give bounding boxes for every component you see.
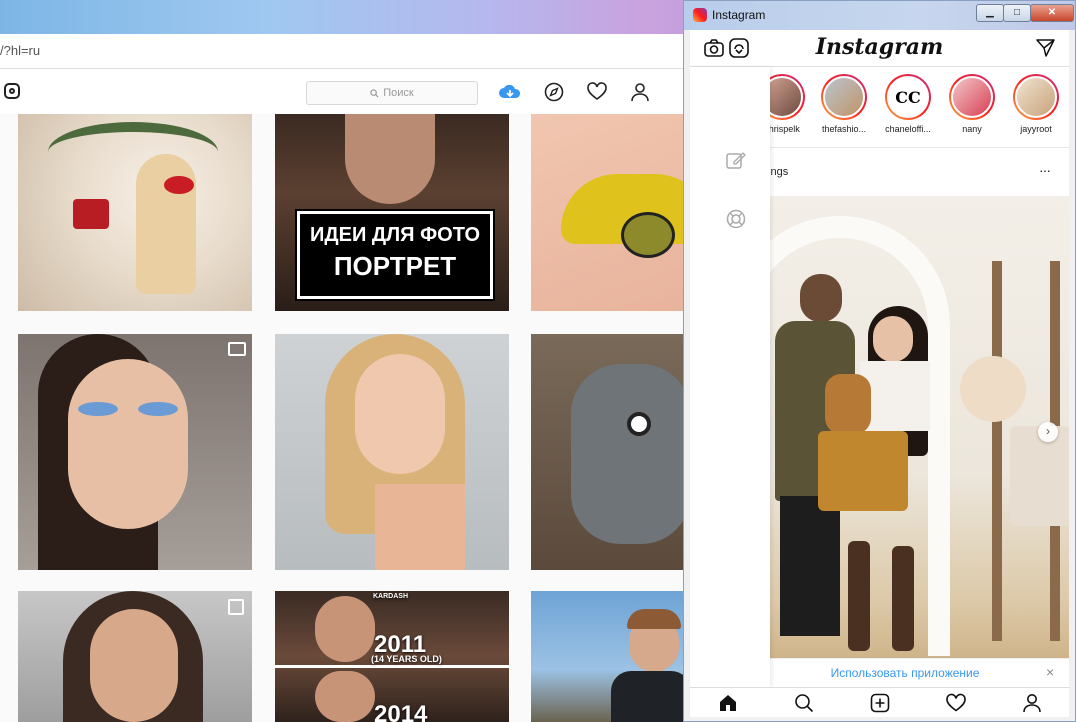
post-header: rlings ··· (762, 148, 1069, 196)
new-post-icon[interactable] (870, 693, 890, 713)
man-head (800, 274, 842, 322)
search-icon[interactable] (794, 693, 814, 713)
app-content: Instagram chrispelk thefashio... CC chan… (690, 30, 1069, 717)
profile-icon[interactable] (630, 82, 650, 102)
heart-icon[interactable] (946, 693, 966, 713)
heart-icon[interactable] (587, 82, 607, 102)
portrait-ideas-card: ИДЕИ ДЛЯ ФОТО ПОРТРЕТ (295, 209, 495, 301)
post-more-button[interactable]: ··· (1039, 162, 1051, 178)
story-ring (949, 74, 995, 120)
story-item[interactable]: thefashio... (814, 74, 874, 134)
card-line-2: ПОРТРЕТ (333, 251, 457, 281)
banner-close-button[interactable]: × (1046, 664, 1054, 680)
ladder-left (992, 261, 1002, 641)
instagram-logo-icon[interactable] (4, 83, 20, 99)
cloud-download-icon[interactable] (498, 82, 522, 102)
card-line-1: ИДЕИ ДЛЯ ФОТО (309, 224, 480, 246)
hanging-blanket (1010, 426, 1069, 526)
post-thumbnail-portrait-ideas[interactable]: ИДЕИ ДЛЯ ФОТО ПОРТРЕТ (275, 114, 509, 311)
close-button[interactable]: ✕ (1030, 4, 1074, 22)
post-thumbnail-smiling-blonde[interactable] (275, 334, 509, 570)
maximize-button[interactable]: □ (1003, 4, 1031, 22)
photo-grid: ИДЕИ ДЛЯ ФОТО ПОРТРЕТ KARDASH 2011 (14 Y… (0, 114, 700, 722)
post-thumbnail-dog[interactable] (531, 334, 691, 570)
instagram-app-window: Instagram ▁ □ ✕ Instagram chrispelk thef… (683, 0, 1076, 722)
post-thumbnail-christmas[interactable] (18, 114, 252, 311)
woman-shorts (818, 431, 908, 511)
story-ring (1013, 74, 1059, 120)
edit-icon[interactable] (726, 151, 746, 169)
story-username: thefashio... (821, 124, 867, 134)
url-text[interactable]: /?hl=ru (0, 43, 40, 58)
home-icon[interactable] (718, 693, 738, 713)
help-lifebuoy-icon[interactable] (726, 209, 746, 229)
search-placeholder: Поиск (383, 87, 414, 99)
next-photo-button[interactable]: › (1038, 422, 1058, 442)
bottom-nav (690, 687, 1069, 717)
man-pants (780, 496, 840, 636)
story-ring: CC (885, 74, 931, 120)
post-thumbnail-man-outdoors[interactable] (531, 591, 691, 722)
post-thumbnail-woman-portrait[interactable] (18, 591, 252, 722)
search-icon (370, 88, 379, 98)
ig-header: Instagram (690, 30, 1069, 67)
minimize-button[interactable]: ▁ (976, 4, 1004, 22)
boot-right (892, 546, 914, 651)
post-thumbnail-blue-makeup[interactable] (18, 334, 252, 570)
direct-message-icon[interactable] (1036, 39, 1055, 57)
story-item[interactable]: CC chaneloffi... (878, 74, 938, 134)
story-item[interactable]: jayyroot (1006, 74, 1066, 134)
side-menu (690, 67, 770, 687)
address-bar[interactable]: /?hl=ru (0, 34, 700, 69)
carousel-icon (228, 599, 244, 615)
use-app-banner: Использовать приложение × (770, 658, 1069, 687)
chanel-logo: CC (887, 76, 929, 118)
video-icon (228, 342, 246, 356)
profile-icon[interactable] (1022, 693, 1042, 713)
story-item[interactable]: nany (942, 74, 1002, 134)
explore-compass-icon[interactable] (544, 82, 564, 102)
window-title: Instagram (712, 8, 766, 22)
story-ring (821, 74, 867, 120)
post-thumbnail-kylie-comparison[interactable]: KARDASH 2011 (14 YEARS OLD) 2014 (275, 591, 509, 722)
search-input[interactable]: Поиск (306, 81, 478, 105)
woman-face (873, 316, 913, 362)
year-2014: 2014 (374, 701, 428, 722)
post-photo[interactable]: › (770, 196, 1069, 658)
instagram-app-icon (693, 8, 707, 22)
hanging-hat (960, 356, 1026, 422)
story-username: chaneloffi... (885, 124, 931, 134)
brand-text: KARDASH (373, 593, 408, 600)
boot-left (848, 541, 870, 651)
baby (825, 374, 871, 434)
age-label: (14 YEARS OLD) (371, 654, 442, 664)
window-titlebar[interactable]: Instagram ▁ □ ✕ (684, 1, 1075, 30)
instagram-web-header: Поиск (0, 70, 700, 115)
stories-tray: chrispelk thefashio... CC chaneloffi... … (759, 67, 1069, 148)
post-thumbnail-eye-makeup[interactable] (531, 114, 691, 311)
story-username: nany (962, 124, 982, 134)
use-app-link[interactable]: Использовать приложение (770, 666, 1040, 680)
story-username: jayyroot (1020, 124, 1052, 134)
instagram-wordmark: Instagram (815, 34, 944, 60)
